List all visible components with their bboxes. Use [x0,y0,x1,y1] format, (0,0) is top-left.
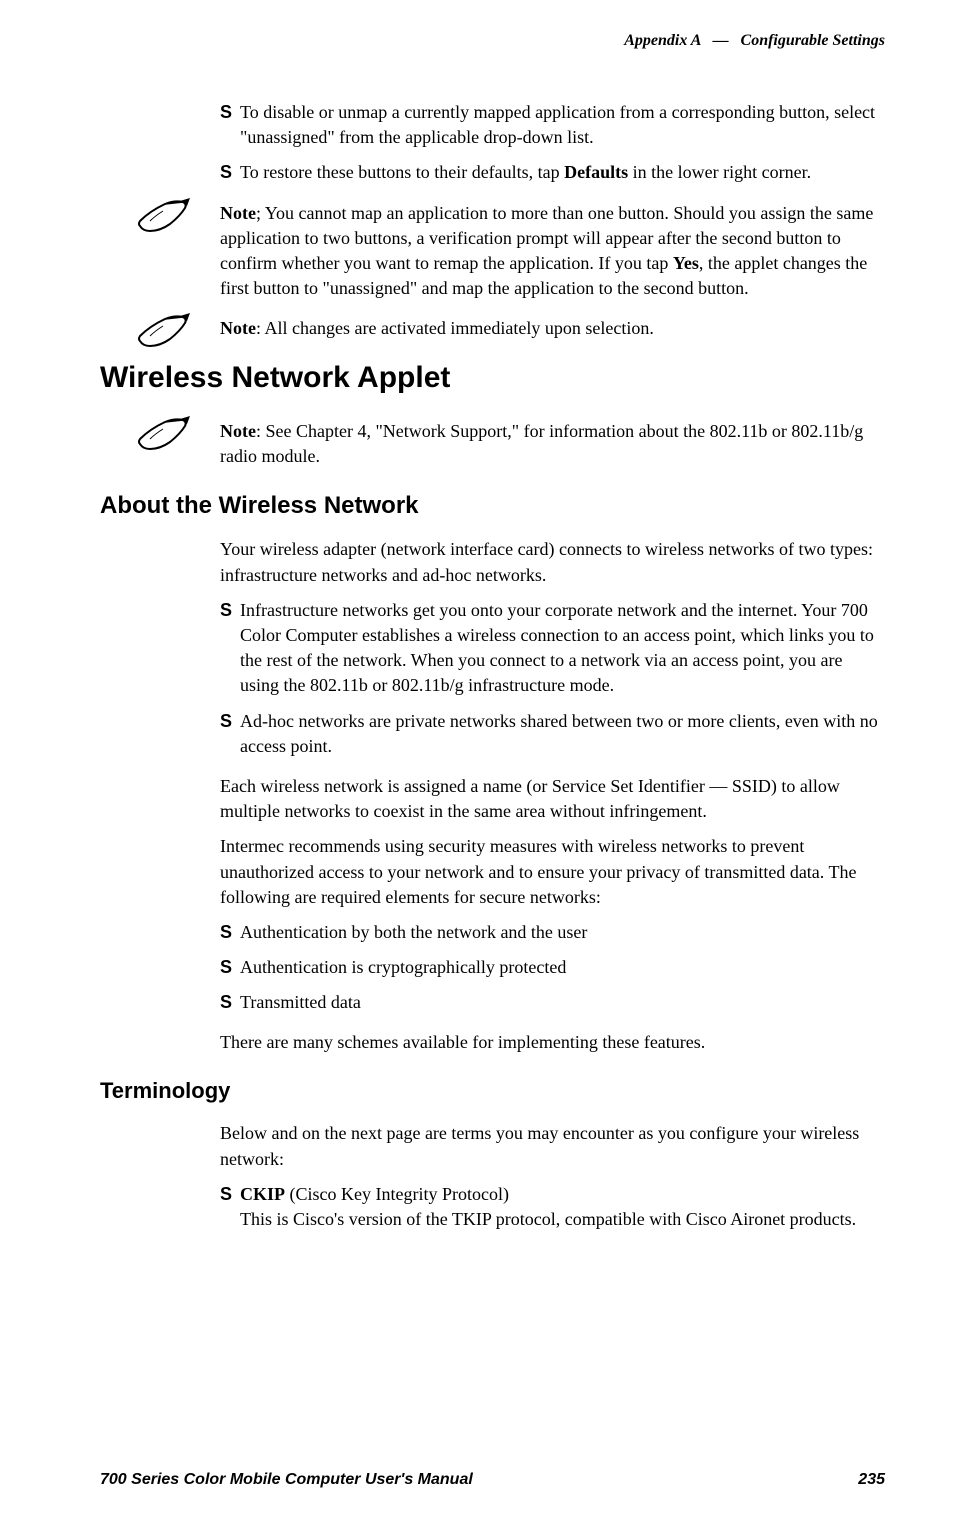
note-text: Note: All changes are activated immediat… [220,316,885,341]
paragraph: Intermec recommends using security measu… [220,834,885,910]
bold-text: Yes [673,253,699,273]
list-item: Transmitted data [220,990,885,1015]
bullet-text: Ad-hoc networks are private networks sha… [240,711,878,756]
note-label: Note [220,203,256,223]
heading-3: Terminology [100,1076,885,1107]
list-item: Ad-hoc networks are private networks sha… [220,709,885,759]
note-body: : See Chapter 4, "Network Support," for … [220,421,863,466]
note-body: : All changes are activated immediately … [256,318,654,338]
bullet-text: To restore these buttons to their defaul… [240,162,564,182]
bullet-list-3: Authentication by both the network and t… [220,920,885,1016]
bullet-text: Transmitted data [240,992,361,1012]
term-paren: (Cisco Key Integrity Protocol) [285,1184,509,1204]
bullet-text: Infrastructure networks get you onto you… [240,600,874,696]
bullet-list-2: Infrastructure networks get you onto you… [220,598,885,759]
paragraph: There are many schemes available for imp… [220,1030,885,1055]
heading-1: Wireless Network Applet [100,357,885,399]
main-content: To disable or unmap a currently mapped a… [220,100,885,1232]
note-label: Note [220,421,256,441]
note-icon [135,196,195,236]
bullet-text: in the lower right corner. [628,162,811,182]
header-title: Configurable Settings [741,32,885,49]
list-item: Infrastructure networks get you onto you… [220,598,885,699]
appendix-label: Appendix A [624,32,700,49]
note-block-1: Note; You cannot map an application to m… [220,201,885,302]
bullet-text: Authentication by both the network and t… [240,922,587,942]
term-name: CKIP [240,1184,285,1204]
paragraph: Below and on the next page are terms you… [220,1121,885,1171]
bullet-text: To disable or unmap a currently mapped a… [240,102,875,147]
note-label: Note [220,318,256,338]
footer-manual-title: 700 Series Color Mobile Computer User's … [100,1469,473,1491]
list-item: To disable or unmap a currently mapped a… [220,100,885,150]
list-item: CKIP (Cisco Key Integrity Protocol) This… [220,1182,885,1232]
list-item: To restore these buttons to their defaul… [220,160,885,185]
bullet-list-4: CKIP (Cisco Key Integrity Protocol) This… [220,1182,885,1232]
header-dash: — [713,32,729,49]
bullet-text: Authentication is cryptographically prot… [240,957,566,977]
page-header: Appendix A — Configurable Settings [624,30,885,52]
paragraph: Each wireless network is assigned a name… [220,774,885,824]
note-block-3: Note: See Chapter 4, "Network Support," … [220,419,885,469]
note-icon [135,311,195,351]
footer-page-number: 235 [858,1469,885,1491]
bullet-list-1: To disable or unmap a currently mapped a… [220,100,885,186]
bold-text: Defaults [564,162,628,182]
list-item: Authentication is cryptographically prot… [220,955,885,980]
term-desc: This is Cisco's version of the TKIP prot… [240,1209,856,1229]
paragraph: Your wireless adapter (network interface… [220,537,885,587]
list-item: Authentication by both the network and t… [220,920,885,945]
note-icon [135,414,195,454]
note-text: Note; You cannot map an application to m… [220,201,885,302]
page-footer: 700 Series Color Mobile Computer User's … [100,1469,885,1491]
note-text: Note: See Chapter 4, "Network Support," … [220,419,885,469]
heading-2: About the Wireless Network [100,489,885,523]
note-block-2: Note: All changes are activated immediat… [220,316,885,341]
